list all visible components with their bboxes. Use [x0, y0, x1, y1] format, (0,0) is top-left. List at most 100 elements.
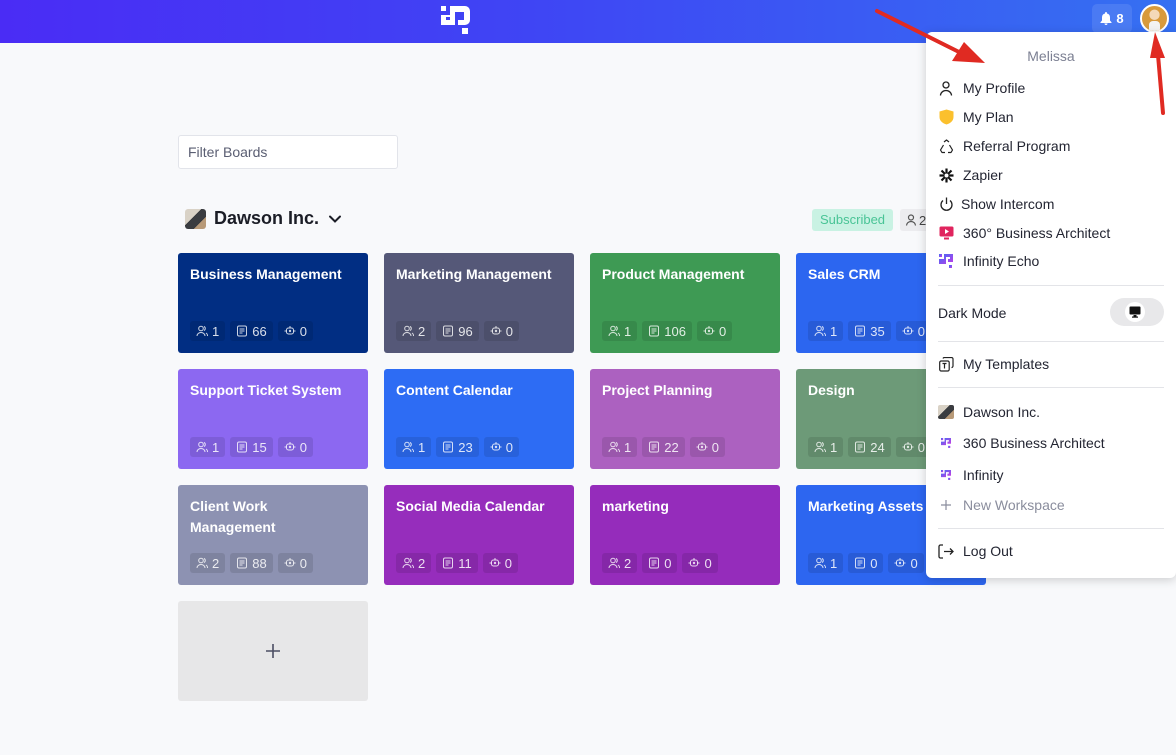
- board-title: Project Planning: [602, 382, 713, 398]
- workspace-selector[interactable]: Dawson Inc.: [185, 208, 343, 229]
- document-icon: [855, 325, 866, 337]
- document-icon: [443, 557, 454, 569]
- templates-icon: [938, 356, 954, 372]
- bots-stat: 0: [682, 553, 718, 573]
- document-icon: [855, 441, 866, 453]
- board-card-product-management[interactable]: Product Management 1 106 0: [590, 253, 780, 353]
- board-title: marketing: [602, 498, 669, 514]
- bots-count: 0: [917, 323, 925, 339]
- chevron-down-icon: [329, 215, 342, 223]
- documents-stat: 22: [642, 437, 685, 457]
- bots-stat: 0: [483, 437, 519, 457]
- bots-stat: 0: [696, 321, 733, 341]
- menu-item-label: Dawson Inc.: [963, 404, 1041, 420]
- board-stats: 1 0 0: [808, 553, 924, 573]
- workspace-item-infinity[interactable]: Infinity: [938, 462, 1164, 488]
- menu-item-label: Infinity: [963, 467, 1004, 483]
- members-stat: 1: [808, 437, 844, 457]
- board-card-marketing-management[interactable]: Marketing Management 2 96 0: [384, 253, 574, 353]
- board-card-marketing[interactable]: marketing 2 0 0: [590, 485, 780, 585]
- robot-icon: [902, 442, 914, 451]
- users-icon: [814, 557, 826, 569]
- menu-item-my-plan[interactable]: My Plan: [938, 104, 1164, 130]
- bots-count: 0: [505, 323, 513, 339]
- docs-count: 0: [664, 555, 672, 571]
- menu-divider: [938, 285, 1164, 286]
- robot-icon: [703, 326, 715, 335]
- app-logo[interactable]: [441, 6, 470, 34]
- board-card-client-work-management[interactable]: Client Work Management 2 88 0: [178, 485, 368, 585]
- user-avatar[interactable]: [1140, 4, 1169, 33]
- workspace-item-dawson-inc[interactable]: Dawson Inc.: [938, 399, 1164, 425]
- board-stats: 1 106 0: [602, 321, 733, 341]
- board-stats: 1 23 0: [396, 437, 519, 457]
- user-dropdown-menu: Melissa My Profile My Plan Referral Prog…: [926, 32, 1176, 578]
- users-icon: [608, 557, 620, 569]
- board-card-business-management[interactable]: Business Management 1 66 0: [178, 253, 368, 353]
- document-icon: [855, 557, 866, 569]
- filter-boards-input[interactable]: [178, 135, 398, 169]
- video-icon: [938, 225, 954, 241]
- board-card-project-planning[interactable]: Project Planning 1 22 0: [590, 369, 780, 469]
- users-icon: [814, 325, 826, 337]
- menu-divider: [938, 387, 1164, 388]
- menu-item-show-intercom[interactable]: Show Intercom: [938, 191, 1164, 217]
- menu-divider: [938, 528, 1164, 529]
- members-count: 1: [624, 323, 632, 339]
- members-stat: 1: [602, 437, 638, 457]
- workspace-item-360-business-architect[interactable]: 360 Business Architect: [938, 430, 1164, 456]
- menu-item-my-templates[interactable]: My Templates: [938, 351, 1164, 377]
- bots-stat: 0: [483, 321, 519, 341]
- documents-stat: 0: [848, 553, 884, 573]
- infinity-logo-icon: [938, 435, 954, 451]
- board-card-support-ticket-system[interactable]: Support Ticket System 1 15 0: [178, 369, 368, 469]
- users-icon: [608, 441, 620, 453]
- robot-icon: [284, 326, 296, 335]
- board-title: Content Calendar: [396, 382, 513, 398]
- docs-count: 88: [252, 555, 267, 571]
- docs-count: 106: [664, 323, 686, 339]
- new-workspace-button[interactable]: New Workspace: [938, 492, 1164, 518]
- board-title: Social Media Calendar: [396, 498, 545, 514]
- robot-icon: [902, 326, 914, 335]
- menu-item-label: My Templates: [963, 356, 1050, 372]
- add-board-button[interactable]: [178, 601, 368, 701]
- documents-stat: 23: [436, 437, 479, 457]
- menu-item-label: Referral Program: [963, 138, 1071, 154]
- dark-mode-label: Dark Mode: [938, 305, 1007, 321]
- robot-icon: [696, 442, 708, 451]
- menu-item-my-profile[interactable]: My Profile: [938, 75, 1164, 101]
- members-stat: 2: [190, 553, 226, 573]
- workspace-name: Dawson Inc.: [214, 208, 320, 228]
- notifications-button[interactable]: 8: [1092, 4, 1132, 33]
- robot-icon: [490, 326, 502, 335]
- logout-button[interactable]: Log Out: [938, 538, 1164, 564]
- docs-count: 96: [458, 323, 473, 339]
- robot-icon: [284, 442, 296, 451]
- dark-mode-toggle[interactable]: [1110, 298, 1164, 326]
- menu-item-infinity-echo[interactable]: Infinity Echo: [938, 248, 1164, 274]
- menu-item-360-business-architect[interactable]: 360° Business Architect: [938, 220, 1164, 246]
- menu-item-zapier[interactable]: Zapier: [938, 162, 1164, 188]
- board-card-social-media-calendar[interactable]: Social Media Calendar 2 11 0: [384, 485, 574, 585]
- members-count: 1: [418, 439, 426, 455]
- members-stat: 1: [396, 437, 432, 457]
- docs-count: 11: [458, 555, 472, 571]
- bots-count: 0: [917, 439, 925, 455]
- menu-item-referral-program[interactable]: Referral Program: [938, 133, 1164, 159]
- docs-count: 0: [870, 555, 878, 571]
- documents-stat: 66: [230, 321, 273, 341]
- members-stat: 1: [808, 553, 844, 573]
- members-count: 1: [624, 439, 632, 455]
- bots-count: 0: [704, 555, 712, 571]
- documents-stat: 106: [642, 321, 692, 341]
- members-stat: 1: [602, 321, 638, 341]
- board-stats: 2 88 0: [190, 553, 313, 573]
- shield-icon: [938, 109, 954, 125]
- bots-count: 0: [299, 323, 307, 339]
- board-card-content-calendar[interactable]: Content Calendar 1 23 0: [384, 369, 574, 469]
- board-title: Product Management: [602, 266, 745, 282]
- robot-icon: [489, 558, 501, 567]
- document-icon: [443, 441, 454, 453]
- board-stats: 1 22 0: [602, 437, 725, 457]
